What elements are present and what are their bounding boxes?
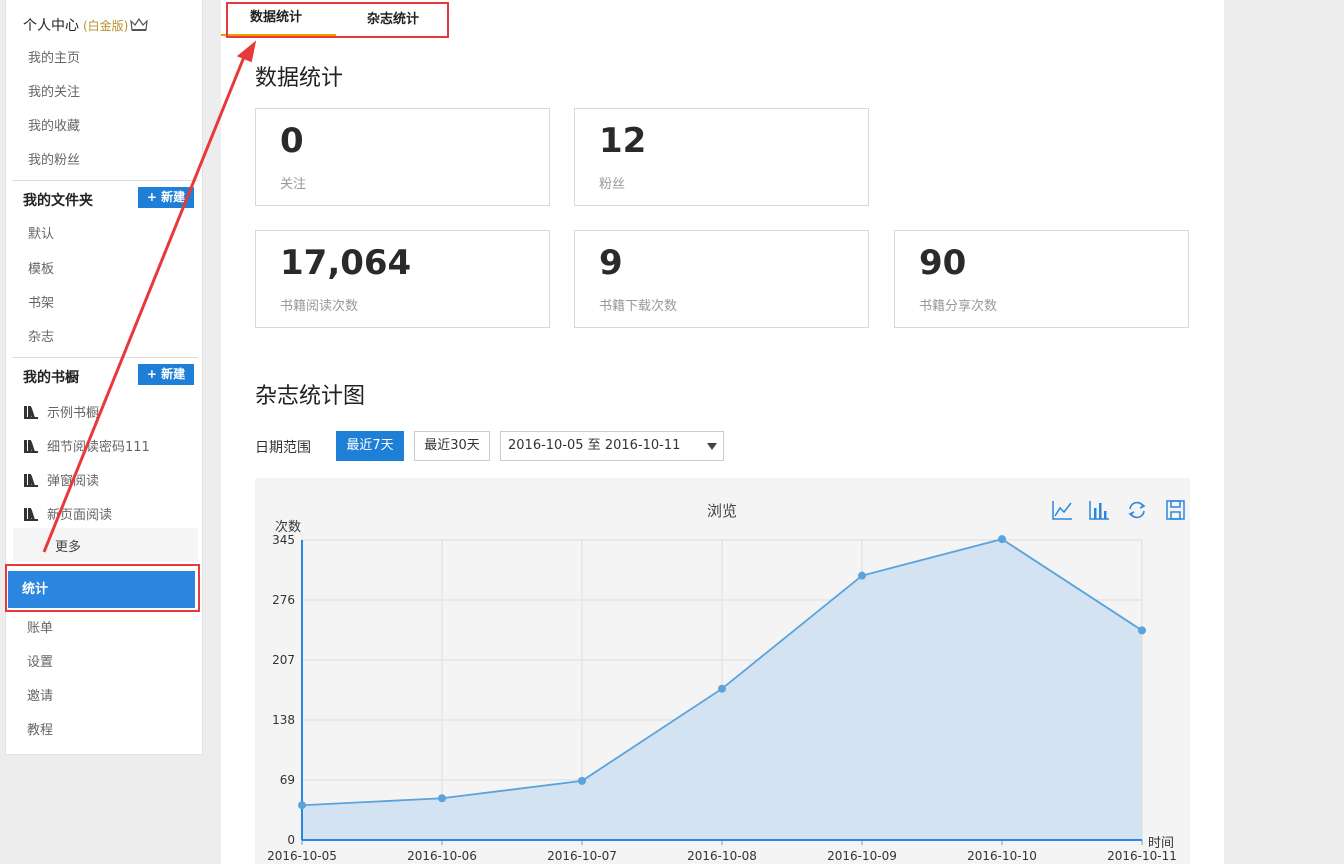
date-range-value: 2016-10-05 至 2016-10-11 (508, 438, 681, 453)
sidebar: 个人中心 (白金版) 我的主页 我的关注 我的收藏 我的粉丝 我的文件夹 + 新建… (5, 0, 203, 755)
shelf-item[interactable]: 弹窗阅读 (24, 470, 99, 489)
y-tick-label: 345 (272, 533, 295, 547)
chart-title: 浏览 (707, 502, 737, 520)
stat-label: 关注 (280, 177, 307, 192)
data-point[interactable] (998, 535, 1006, 544)
y-tick-label: 0 (287, 833, 295, 847)
y-tick-label: 138 (272, 713, 295, 727)
platinum-badge: (白金版) (83, 19, 129, 33)
last-30-days-button[interactable]: 最近30天 (414, 431, 490, 461)
bookshelf-icon (24, 473, 38, 487)
personal-center-heading: 个人中心 (白金版) (23, 15, 149, 36)
data-point[interactable] (718, 684, 726, 693)
sidebar-item-tutorial[interactable]: 教程 (27, 719, 53, 738)
sidebar-item-folder-shelf[interactable]: 书架 (28, 292, 54, 311)
sidebar-item-invite[interactable]: 邀请 (27, 685, 53, 704)
folders-title: 我的文件夹 (23, 193, 93, 209)
bar-chart-icon[interactable] (1089, 500, 1109, 520)
date-range-label: 日期范围 (255, 440, 311, 456)
x-tick-label: 2016-10-10 (967, 849, 1037, 863)
bookshelf-icon (24, 507, 38, 521)
sidebar-item-billing[interactable]: 账单 (27, 617, 53, 636)
highlight-box-statistics (5, 564, 200, 612)
stat-value: 90 (919, 243, 967, 283)
shelf-item[interactable]: 新页面阅读 (24, 504, 112, 523)
sidebar-divider (12, 180, 198, 181)
data-point[interactable] (858, 571, 866, 580)
x-tick-label: 2016-10-09 (827, 849, 897, 863)
data-point[interactable] (1138, 626, 1146, 635)
sidebar-item-folder-template[interactable]: 模板 (28, 258, 54, 277)
shelf-item-label: 新页面阅读 (47, 508, 113, 523)
last-7-days-button[interactable]: 最近7天 (336, 431, 404, 461)
save-icon[interactable] (1166, 500, 1185, 520)
date-range-select[interactable]: 2016-10-05 至 2016-10-11 (500, 431, 724, 461)
stat-label: 书籍下载次数 (599, 299, 678, 314)
section-title-magazine-chart: 杂志统计图 (255, 384, 366, 409)
x-tick-label: 2016-10-07 (547, 849, 617, 863)
data-point[interactable] (438, 794, 446, 803)
shelf-item[interactable]: 示例书橱 (24, 402, 99, 421)
data-point[interactable] (298, 801, 306, 810)
stat-value: 0 (280, 121, 304, 161)
sidebar-item-settings[interactable]: 设置 (27, 651, 53, 670)
stat-label: 粉丝 (599, 177, 626, 192)
line-chart-icon[interactable] (1052, 500, 1072, 520)
sidebar-item-home[interactable]: 我的主页 (28, 47, 80, 66)
x-tick-label: 2016-10-06 (407, 849, 477, 863)
x-tick-label: 2016-10-11 (1107, 849, 1177, 863)
views-chart: 浏览 次数 时间 0691382072763452016-10-05 2016-1… (267, 500, 1185, 863)
crown-icon (130, 17, 149, 36)
refresh-icon[interactable] (1127, 500, 1147, 520)
more-link[interactable]: 更多 (55, 536, 81, 555)
new-shelf-button[interactable]: + 新建 (138, 364, 194, 385)
bookshelf-icon (24, 439, 38, 453)
shelf-item-label: 细节阅读密码111 (47, 440, 150, 455)
y-tick-label: 207 (272, 653, 295, 667)
sidebar-item-folder-magazine[interactable]: 杂志 (28, 326, 54, 345)
stat-value: 17,064 (280, 243, 412, 283)
highlight-box-tabs (226, 2, 449, 38)
stat-value: 9 (599, 243, 623, 283)
caret-down-icon (707, 443, 717, 450)
sidebar-item-following[interactable]: 我的关注 (28, 81, 80, 100)
new-folder-button[interactable]: + 新建 (138, 187, 194, 208)
sidebar-item-fans[interactable]: 我的粉丝 (28, 149, 80, 168)
stat-card-shares: 90 书籍分享次数 (894, 230, 1189, 328)
page-title: 数据统计 (255, 66, 344, 91)
shelves-title: 我的书橱 (23, 370, 79, 386)
data-point[interactable] (578, 776, 586, 785)
shelves-more-row[interactable]: 更多 (13, 528, 198, 562)
bookshelf-icon (24, 405, 38, 419)
stat-value: 12 (599, 121, 647, 161)
stat-card-reads: 17,064 书籍阅读次数 (255, 230, 550, 328)
x-tick-label: 2016-10-05 (267, 849, 337, 863)
x-tick-label: 2016-10-08 (687, 849, 757, 863)
stat-label: 书籍分享次数 (919, 299, 998, 314)
stat-card-following: 0 关注 (255, 108, 550, 206)
sidebar-divider (12, 357, 198, 358)
y-tick-label: 69 (280, 773, 295, 787)
personal-center-title: 个人中心 (23, 18, 79, 34)
sidebar-item-folder-default[interactable]: 默认 (28, 223, 54, 242)
shelf-item-label: 弹窗阅读 (47, 474, 100, 489)
sidebar-item-favorites[interactable]: 我的收藏 (28, 115, 80, 134)
shelf-item-label: 示例书橱 (47, 406, 100, 421)
stat-card-downloads: 9 书籍下载次数 (574, 230, 869, 328)
stat-card-fans: 12 粉丝 (574, 108, 869, 206)
y-tick-label: 276 (272, 593, 295, 607)
shelf-item[interactable]: 细节阅读密码111 (24, 436, 150, 455)
stat-label: 书籍阅读次数 (280, 299, 359, 314)
